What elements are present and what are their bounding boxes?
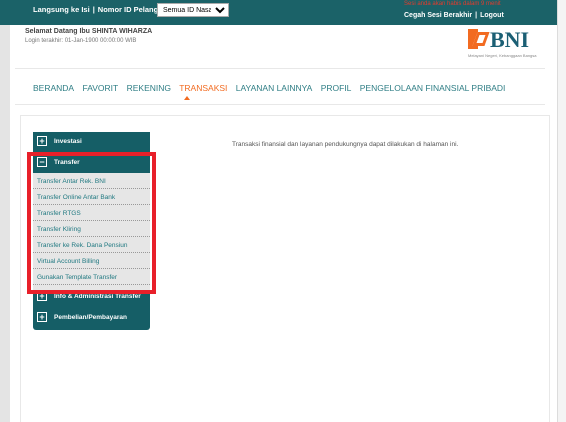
menu-pembelian[interactable]: + Pembelian/Pembayaran (33, 310, 150, 326)
session-warning: Sesi anda akan habis dalam 9 menit (404, 1, 501, 7)
separator: | (475, 12, 478, 19)
active-nav-indicator (184, 96, 190, 100)
expand-icon[interactable]: + (37, 136, 47, 146)
nav-item-profil[interactable]: PROFIL (321, 83, 352, 93)
customer-id-select[interactable]: Semua ID Nasabah (157, 3, 229, 17)
divider (15, 104, 545, 105)
page-description: Transaksi finansial dan layanan pendukun… (232, 141, 459, 148)
nav-item-rekening[interactable]: REKENING (127, 83, 171, 93)
last-login-text: Login terakhir: 01-Jan-1900 00:00:00 WIB (25, 38, 137, 44)
main-nav: BERANDA FAVORIT REKENING TRANSAKSI LAYAN… (33, 83, 511, 93)
scrollbar[interactable] (557, 0, 566, 422)
highlight-annotation-box (27, 152, 156, 294)
nav-item-layanan-lainnya[interactable]: LAYANAN LAINNYA (236, 83, 313, 93)
logout-link[interactable]: Logout (480, 12, 504, 19)
bni-logo-mark-icon (468, 29, 490, 49)
nav-item-favorit[interactable]: FAVORIT (82, 83, 118, 93)
top-bar: Langsung ke Isi | Nomor ID Pelanggan: Semu… (0, 0, 557, 25)
menu-investasi[interactable]: + Investasi (33, 134, 150, 150)
bni-logo-text: BNI (490, 27, 530, 52)
divider (15, 68, 545, 69)
bni-logo: BNI Melayani Negeri, Kebanggaan Bangsa (468, 27, 538, 61)
menu-pembelian-label: Pembelian/Pembayaran (54, 314, 127, 321)
expand-icon[interactable]: + (37, 312, 47, 322)
nav-item-transaksi[interactable]: TRANSAKSI (179, 83, 227, 93)
menu-investasi-label: Investasi (54, 138, 82, 145)
nav-item-beranda[interactable]: BERANDA (33, 83, 74, 93)
greeting-text: Selamat Datang Ibu SHINTA WIHARZA (25, 28, 153, 35)
skip-to-content-link[interactable]: Langsung ke Isi (33, 5, 90, 14)
top-bar-left: Langsung ke Isi | Nomor ID Pelanggan: (33, 5, 174, 14)
top-bar-right: Cegah Sesi Berakhir | Logout (404, 12, 504, 19)
separator: | (92, 5, 95, 14)
menu-info-administrasi-label: Info & Administrasi Transfer (54, 293, 141, 300)
nav-item-pengelolaan[interactable]: PENGELOLAAN FINANSIAL PRIBADI (360, 83, 506, 93)
bni-logo-tagline: Melayani Negeri, Kebanggaan Bangsa (468, 53, 537, 58)
extend-session-link[interactable]: Cegah Sesi Berakhir (404, 12, 472, 19)
